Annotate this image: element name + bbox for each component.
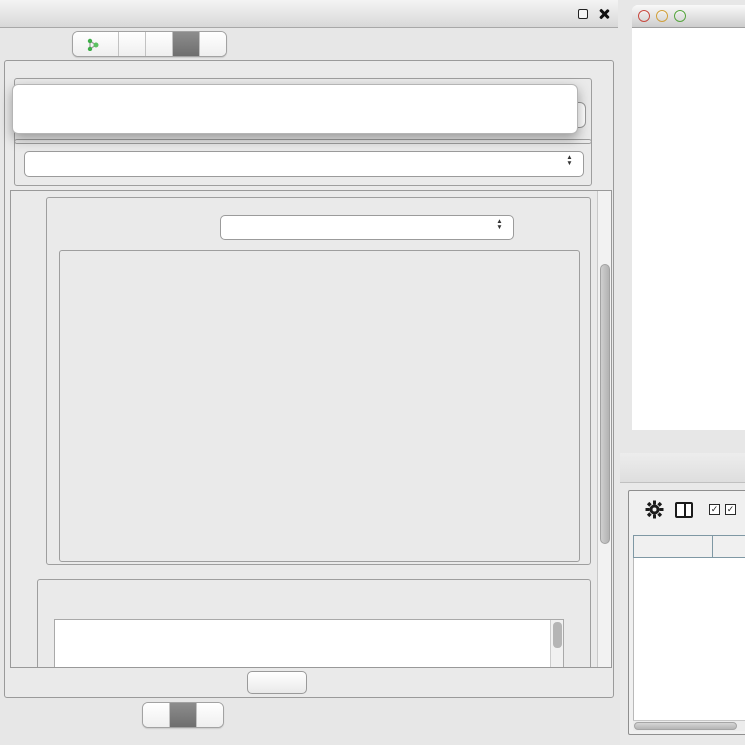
algorithm-dropdown-popup — [12, 84, 578, 134]
table-panel: ✓ ✓ — [620, 483, 745, 745]
float-window-icon[interactable] — [578, 9, 588, 19]
attributes-to-discretize-group — [37, 579, 591, 668]
table-panel-inner: ✓ ✓ — [628, 490, 745, 735]
network-window-frame — [620, 0, 745, 453]
network-window — [632, 5, 745, 430]
gear-icon[interactable] — [645, 500, 664, 524]
tab-network[interactable] — [73, 32, 119, 56]
table-panel-header — [620, 453, 745, 483]
close-panel-icon[interactable] — [598, 8, 610, 20]
zoom-traffic-light[interactable] — [674, 10, 686, 22]
table-header-row — [633, 535, 745, 558]
numerical-attributes-list[interactable] — [54, 619, 564, 668]
number-of-intervals-spinner[interactable]: ▲▼ — [220, 215, 514, 240]
scrollbar-thumb[interactable] — [553, 622, 562, 648]
list-scrollbar[interactable] — [550, 620, 563, 668]
spinner-arrows-icon[interactable]: ▲▼ — [495, 219, 504, 231]
close-traffic-light[interactable] — [638, 10, 650, 22]
checkbox-icon[interactable]: ✓ — [709, 504, 720, 515]
tab-impute-data[interactable] — [143, 703, 170, 727]
table-h-scrollbar[interactable] — [633, 720, 745, 731]
table-rows — [633, 558, 745, 720]
application-window: ▲▼ ▲▼ ▲▼ — [0, 0, 745, 745]
tab-cyni-toolbox[interactable] — [173, 32, 200, 56]
scrollbar-thumb[interactable] — [600, 264, 610, 544]
interval-definition-group: ▲▼ — [46, 197, 591, 565]
table-data-combobox[interactable]: ▲▼ — [24, 151, 584, 177]
combo-arrows-icon: ▲▼ — [565, 155, 574, 167]
scrollbar-thumb[interactable] — [634, 722, 737, 730]
column-header-shared-name[interactable] — [634, 536, 712, 557]
column-header-name[interactable] — [712, 536, 745, 557]
network-canvas[interactable] — [632, 28, 745, 430]
minimize-traffic-light[interactable] — [656, 10, 668, 22]
tab-style[interactable] — [119, 32, 146, 56]
checkbox-icon[interactable]: ✓ — [725, 504, 736, 515]
thresholds-group — [59, 250, 580, 562]
control-panel-tabs — [72, 31, 227, 57]
tab-discretize-data[interactable] — [170, 703, 197, 727]
tab-infer-network[interactable] — [197, 703, 223, 727]
settings-scroll-area: ▲▼ — [10, 190, 612, 668]
network-icon — [86, 38, 99, 51]
settings-scrollbar[interactable] — [597, 191, 612, 667]
tab-jactivemnodules[interactable] — [200, 32, 226, 56]
split-columns-icon[interactable] — [675, 502, 693, 518]
apply-button[interactable] — [247, 671, 307, 694]
tab-select[interactable] — [146, 32, 173, 56]
control-panel-titlebar — [0, 0, 618, 28]
bottom-tabs — [142, 702, 224, 728]
network-window-titlebar[interactable] — [632, 5, 745, 28]
